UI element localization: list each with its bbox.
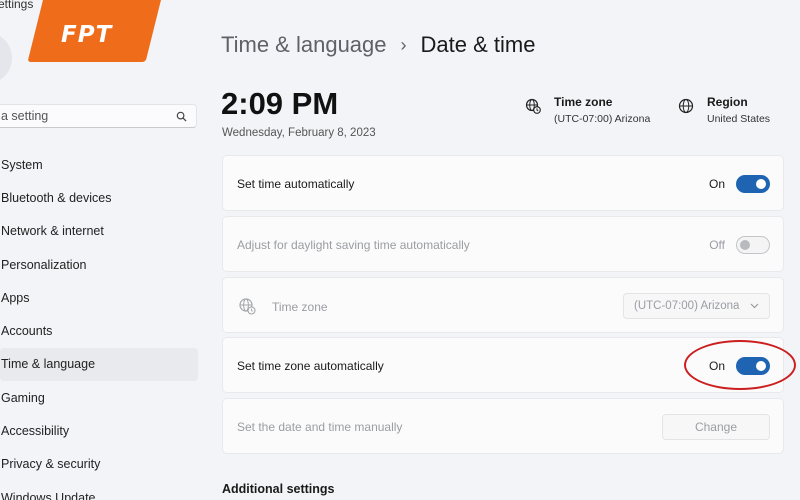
time-zone-title: Time zone bbox=[554, 95, 613, 109]
search-input[interactable]: a setting bbox=[0, 104, 197, 128]
time-zone-value: (UTC-07:00) Arizona bbox=[554, 113, 651, 125]
app-title: ettings bbox=[0, 0, 34, 11]
current-date: Wednesday, February 8, 2023 bbox=[222, 127, 376, 139]
breadcrumb-separator: › bbox=[400, 34, 407, 55]
globe-icon bbox=[678, 98, 694, 114]
time-zone-label: Time zone bbox=[272, 300, 328, 314]
sidebar-item-network-internet[interactable]: Network & internet bbox=[0, 215, 198, 248]
set-time-automatically-row: Set time automatically On bbox=[222, 155, 784, 211]
clock-globe-icon bbox=[525, 98, 541, 114]
time-zone-selected: (UTC-07:00) Arizona bbox=[634, 300, 740, 312]
sidebar-item-accessibility[interactable]: Accessibility bbox=[0, 414, 198, 447]
set-date-time-manually-row: Set the date and time manually Change bbox=[222, 398, 784, 454]
sidebar-item-windows-update[interactable]: Windows Update bbox=[0, 481, 198, 500]
avatar[interactable] bbox=[0, 32, 12, 84]
sidebar-item-gaming[interactable]: Gaming bbox=[0, 381, 198, 414]
sidebar-item-time-language[interactable]: Time & language bbox=[0, 347, 198, 382]
time-zone-icon bbox=[239, 298, 256, 315]
breadcrumb-parent[interactable]: Time & language bbox=[221, 32, 387, 58]
sidebar-item-system[interactable]: System bbox=[0, 148, 198, 181]
time-zone-info: Time zone (UTC-07:00) Arizona bbox=[525, 95, 650, 125]
breadcrumb: Time & language › Date & time bbox=[221, 32, 535, 58]
sidebar-nav: System Bluetooth & devices Network & int… bbox=[0, 148, 198, 500]
search-input-value: a setting bbox=[1, 109, 49, 123]
fpt-logo: FPT bbox=[61, 22, 113, 48]
sidebar-item-bluetooth-devices[interactable]: Bluetooth & devices bbox=[0, 181, 198, 214]
set-time-zone-automatically-label: Set time zone automatically bbox=[237, 359, 384, 373]
daylight-saving-state: Off bbox=[709, 238, 725, 252]
daylight-saving-label: Adjust for daylight saving time automati… bbox=[237, 238, 470, 252]
region-title: Region bbox=[707, 95, 748, 109]
change-button[interactable]: Change bbox=[662, 414, 770, 440]
sidebar-item-privacy-security[interactable]: Privacy & security bbox=[0, 448, 198, 481]
current-time: 2:09 PM bbox=[221, 86, 339, 121]
sidebar-item-personalization[interactable]: Personalization bbox=[0, 248, 198, 281]
sidebar-item-apps[interactable]: Apps bbox=[0, 281, 198, 314]
region-info: Region United States bbox=[678, 95, 770, 125]
chevron-down-icon bbox=[750, 303, 759, 309]
set-time-automatically-state: On bbox=[708, 177, 725, 191]
time-zone-row: Time zone (UTC-07:00) Arizona bbox=[222, 277, 784, 333]
region-value: United States bbox=[707, 113, 771, 125]
daylight-saving-toggle[interactable] bbox=[736, 236, 770, 254]
set-date-time-manually-label: Set the date and time manually bbox=[237, 420, 403, 434]
daylight-saving-row: Adjust for daylight saving time automati… bbox=[222, 216, 784, 272]
highlight-annotation bbox=[684, 340, 796, 390]
search-icon[interactable] bbox=[176, 111, 187, 122]
additional-settings-heading: Additional settings bbox=[222, 482, 335, 496]
sidebar-item-accounts[interactable]: Accounts bbox=[0, 314, 198, 347]
set-time-automatically-label: Set time automatically bbox=[237, 177, 355, 191]
time-zone-dropdown[interactable]: (UTC-07:00) Arizona bbox=[623, 293, 770, 319]
page-title: Date & time bbox=[420, 32, 536, 57]
set-time-automatically-toggle[interactable] bbox=[736, 175, 770, 193]
